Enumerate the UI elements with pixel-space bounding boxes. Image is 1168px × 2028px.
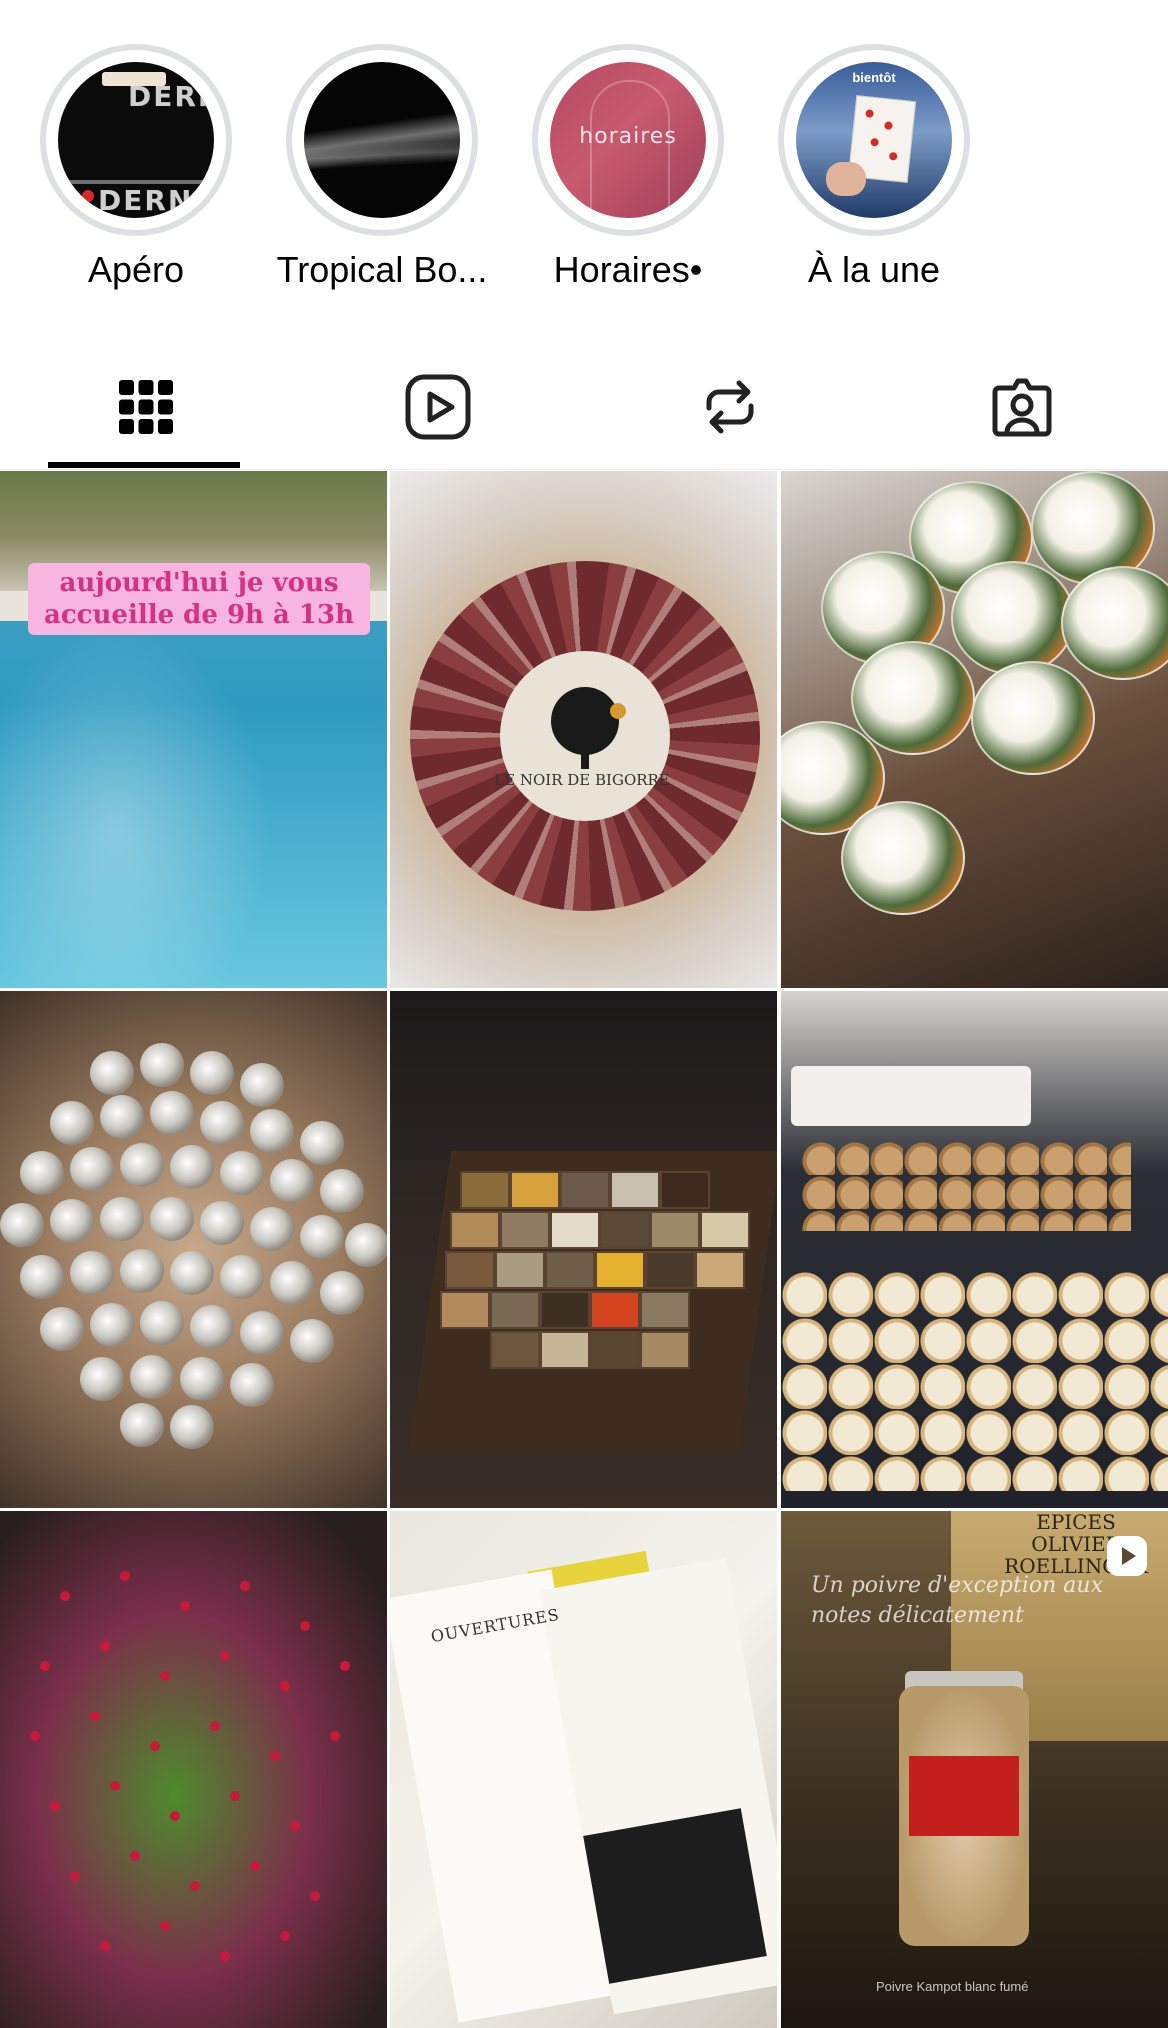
highlight-cover-horaires: horaires <box>550 62 706 218</box>
tab-posts-grid[interactable] <box>0 340 292 470</box>
post-thumbnail[interactable] <box>781 471 1168 988</box>
photo-jar-label <box>909 1756 1019 1836</box>
highlight-tropical[interactable]: Tropical Bo... <box>262 44 502 304</box>
photo-tray <box>791 1066 1031 1126</box>
reel-badge-icon <box>1107 1536 1147 1576</box>
post-thumbnail[interactable]: aujourd'hui je vous accueille de 9h à 13… <box>0 471 387 988</box>
photo-buns <box>801 1141 1131 1231</box>
post-thumbnail[interactable] <box>0 991 387 1508</box>
grid-icon <box>119 380 173 434</box>
highlight-apero[interactable]: DERN DERN Apéro <box>16 44 256 304</box>
posts-grid: aujourd'hui je vous accueille de 9h à 13… <box>0 471 1168 2028</box>
profile-tab-bar <box>0 340 1168 470</box>
post-thumbnail[interactable] <box>0 1511 387 2028</box>
tab-reposts[interactable] <box>584 340 876 470</box>
tab-divider <box>0 469 1168 470</box>
cover-text-fragment: DERN <box>128 80 214 113</box>
post-thumbnail[interactable]: OUVERTURES <box>390 1511 777 2028</box>
highlight-ring[interactable] <box>286 44 478 236</box>
photo-cup <box>971 661 1095 775</box>
cover-word: horaires <box>579 124 677 149</box>
highlight-ring[interactable]: DERN DERN <box>40 44 232 236</box>
post-overlay-text: LE NOIR DE BIGORRE <box>494 771 670 789</box>
cover-hand <box>826 162 866 196</box>
story-highlights: DERN DERN Apéro Tropical Bo... horaires … <box>0 0 1168 310</box>
highlight-a-la-une[interactable]: bientôt À la une <box>754 44 994 304</box>
tab-tagged[interactable] <box>876 340 1168 470</box>
post-footer-text: Poivre Kampot blanc fumé <box>876 1979 1029 1994</box>
post-thumbnail[interactable] <box>390 991 777 1508</box>
highlight-label: Horaires• <box>553 249 703 290</box>
highlight-cover-a-la-une: bientôt <box>796 62 952 218</box>
photo-pepper-jar <box>899 1686 1029 1946</box>
photo-cups <box>781 1271 1168 1491</box>
reposts-icon <box>706 380 754 434</box>
highlight-ring[interactable]: horaires <box>532 44 724 236</box>
reels-icon <box>405 374 471 440</box>
post-overlay-caption: aujourd'hui je vous accueille de 9h à 13… <box>28 563 370 635</box>
photo-dark-block <box>583 1808 767 1984</box>
selected-tab-indicator <box>48 462 240 468</box>
tab-reels[interactable] <box>292 340 584 470</box>
highlight-label: Apéro <box>87 249 185 290</box>
post-thumbnail[interactable]: LE NOIR DE BIGORRE <box>390 471 777 988</box>
photo-cup <box>1061 566 1168 680</box>
highlight-ring[interactable]: bientôt <box>778 44 970 236</box>
post-overlay-text: Un poivre d'exception aux notes délicate… <box>811 1573 1103 1628</box>
highlight-horaires[interactable]: horaires Horaires• <box>508 44 748 304</box>
cover-door-shape <box>590 80 670 218</box>
photo-plate-center <box>500 651 670 821</box>
photo-cup <box>841 801 965 915</box>
highlight-cover-apero: DERN DERN <box>58 62 214 218</box>
post-thumbnail[interactable]: EPICES OLIVIER ROELLINGER Un poivre d'ex… <box>781 1511 1168 2028</box>
cover-dot <box>82 190 94 202</box>
highlight-label: À la une <box>807 249 941 290</box>
cover-text: bientôt <box>852 70 896 85</box>
post-thumbnail[interactable] <box>781 991 1168 1508</box>
cover-text-fragment: DERN <box>98 184 194 217</box>
tagged-icon <box>992 378 1052 437</box>
highlight-label: Tropical Bo... <box>276 249 488 290</box>
tree-logo-icon <box>551 687 626 769</box>
highlight-cover-tropical <box>304 62 460 218</box>
photo-cup <box>951 561 1075 675</box>
photo-cup <box>851 641 975 755</box>
